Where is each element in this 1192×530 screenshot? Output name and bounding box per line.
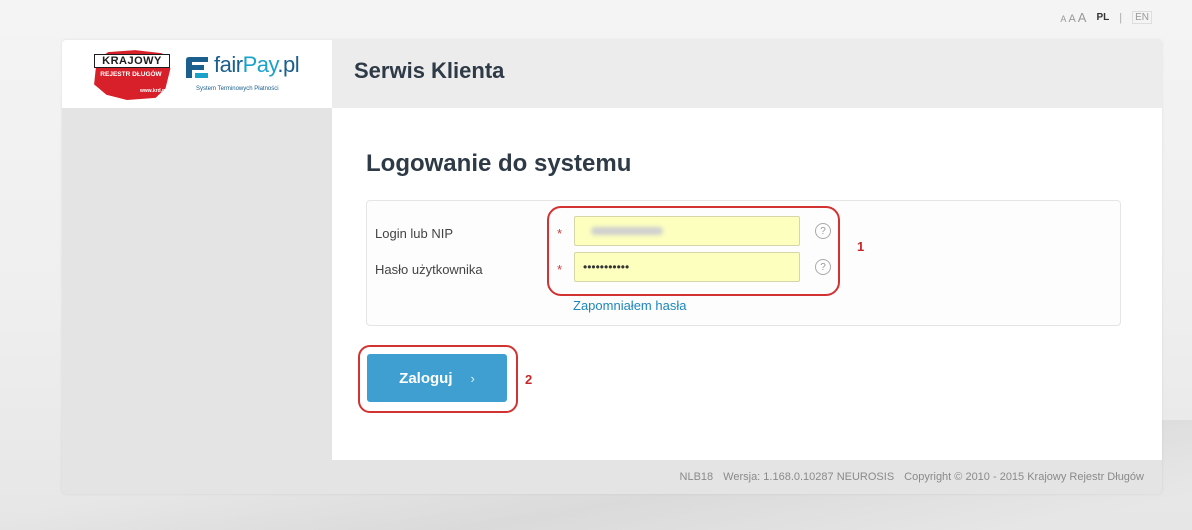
font-size-medium-button[interactable]: A — [1068, 13, 1075, 25]
login-form-panel: Login lub NIP * ? Hasło użytkownika * ? … — [366, 200, 1121, 326]
fairpay-fair-text: fair — [214, 52, 243, 77]
fairpay-wordmark: fairPay.pl — [214, 52, 300, 78]
font-size-small-button[interactable]: A — [1060, 14, 1066, 24]
header: Serwis Klienta — [332, 40, 1162, 108]
krd-logo-top-text: KRAJOWY — [94, 54, 170, 68]
password-label: Hasło użytkownika — [375, 262, 483, 277]
footer-copyright: Copyright © 2010 - 2015 Krajowy Rejestr … — [904, 471, 1144, 483]
login-label: Login lub NIP — [375, 226, 454, 241]
footer-version: Wersja: 1.168.0.10287 NEUROSIS — [723, 471, 895, 483]
sidebar — [62, 108, 332, 460]
login-content: Logowanie do systemu Login lub NIP * ? H… — [332, 108, 1162, 460]
footer-code: NLB18 — [679, 471, 714, 483]
main-card: KRAJOWY REJESTR DŁUGÓW www.krd.pl fairPa… — [62, 40, 1162, 494]
krd-logo[interactable]: KRAJOWY REJESTR DŁUGÓW www.krd.pl — [90, 48, 172, 100]
annotation-box-fields — [547, 206, 840, 296]
chevron-right-icon: › — [470, 370, 475, 386]
language-pl[interactable]: PL — [1096, 12, 1109, 23]
language-en[interactable]: EN — [1132, 11, 1152, 24]
logo-area: KRAJOWY REJESTR DŁUGÓW www.krd.pl fairPa… — [62, 40, 332, 108]
annotation-number-1: 1 — [857, 239, 865, 254]
fairpay-tagline: System Terminowych Płatności — [196, 86, 279, 92]
fairpay-f-icon — [186, 57, 208, 78]
login-title: Logowanie do systemu — [366, 150, 632, 177]
krd-logo-url: www.krd.pl — [140, 88, 167, 94]
font-size-large-button[interactable]: A — [1078, 10, 1087, 25]
annotation-number-2: 2 — [525, 372, 533, 387]
top-utility-bar: A A A PL | EN — [1060, 10, 1152, 25]
page-title: Serwis Klienta — [354, 58, 505, 83]
font-size-switcher: A A A — [1060, 10, 1086, 25]
fairpay-logo[interactable]: fairPay.pl System Terminowych Płatności — [184, 52, 324, 98]
fairpay-tld-text: .pl — [277, 52, 300, 77]
footer: NLB18 Wersja: 1.168.0.10287 NEUROSIS Cop… — [332, 460, 1162, 494]
login-button-label: Zaloguj — [399, 369, 453, 387]
krd-logo-mid-text: REJESTR DŁUGÓW — [100, 71, 162, 78]
fairpay-pay-text: Pay — [242, 52, 278, 77]
language-separator: | — [1119, 11, 1123, 24]
login-button[interactable]: Zaloguj › — [367, 354, 507, 402]
forgot-password-link[interactable]: Zapomniałem hasła — [573, 298, 686, 313]
